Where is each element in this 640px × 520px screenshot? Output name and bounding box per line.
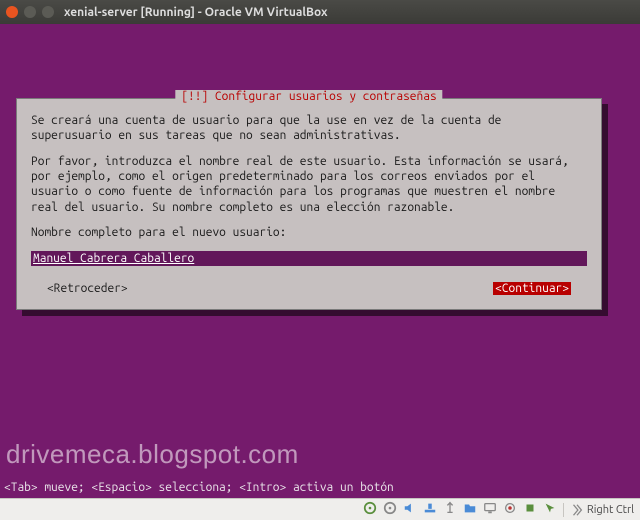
fullname-input[interactable]: Manuel Cabrera Caballero xyxy=(31,251,587,266)
display-icon xyxy=(483,501,497,518)
statusbar-separator xyxy=(563,503,564,517)
cpu-icon xyxy=(523,501,537,518)
window-titlebar: xenial-server [Running] - Oracle VM Virt… xyxy=(0,0,640,24)
shared-folders-icon xyxy=(463,501,477,518)
dialog-title: [!!] Configurar usuarios y contraseñas xyxy=(175,90,442,103)
recording-icon xyxy=(503,501,517,518)
dialog-paragraph-2: Por favor, introduzca el nombre real de … xyxy=(31,154,587,215)
window-title: xenial-server [Running] - Oracle VM Virt… xyxy=(64,6,327,19)
close-icon[interactable] xyxy=(6,6,18,18)
hard-disk-icon xyxy=(363,501,377,518)
hostkey-label: Right Ctrl xyxy=(587,504,634,516)
keyboard-icon xyxy=(570,503,584,517)
vm-guest-area: [!!] Configurar usuarios y contraseñas S… xyxy=(0,24,640,498)
audio-icon xyxy=(403,501,417,518)
network-icon xyxy=(423,501,437,518)
installer-dialog: [!!] Configurar usuarios y contraseñas S… xyxy=(16,98,602,310)
fullname-label: Nombre completo para el nuevo usuario: xyxy=(31,225,587,240)
dialog-paragraph-1: Se creará una cuenta de usuario para que… xyxy=(31,113,587,144)
hostkey-indicator: Right Ctrl xyxy=(570,503,634,517)
mouse-integration-icon xyxy=(543,501,557,518)
help-bar: <Tab> mueve; <Espacio> selecciona; <Intr… xyxy=(4,481,394,494)
optical-disk-icon xyxy=(383,501,397,518)
vbox-statusbar: Right Ctrl xyxy=(0,498,640,520)
back-button[interactable]: <Retroceder> xyxy=(47,282,128,295)
continue-button[interactable]: <Continuar> xyxy=(493,282,571,295)
maximize-icon[interactable] xyxy=(42,6,54,18)
usb-icon xyxy=(443,501,457,518)
watermark-text: drivemeca.blogspot.com xyxy=(6,439,299,470)
minimize-icon[interactable] xyxy=(24,6,36,18)
